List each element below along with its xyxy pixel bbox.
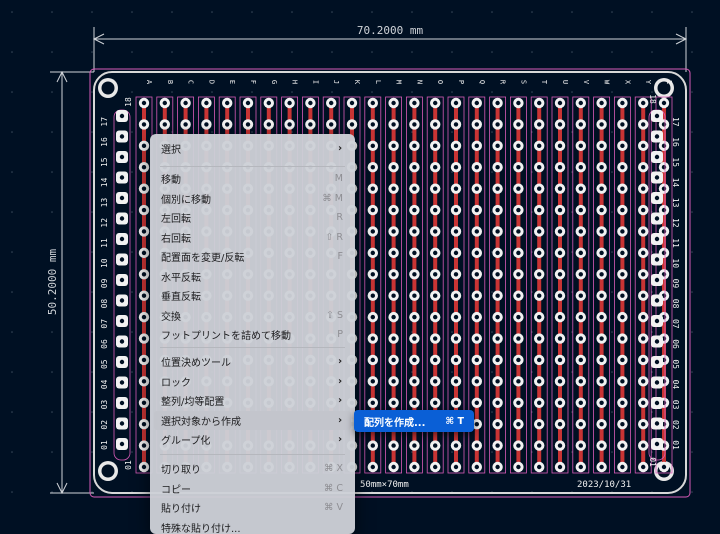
row-label: 05 [671,359,680,369]
mounting-hole-tl [98,78,118,98]
row-label: 13 [671,198,680,208]
row-label: 13 [100,198,109,208]
row-label: 03 [100,400,109,410]
chevron-right-icon: › [333,376,351,387]
row-label: 12 [671,218,680,228]
chevron-right-icon: › [333,434,351,445]
row-label: 06 [100,339,109,349]
mounting-hole-bl [98,461,118,481]
column-label: J [332,80,340,84]
column-label: F [249,80,257,84]
chevron-right-icon: › [333,356,351,367]
row-label: 07 [100,319,109,329]
menu-separator [160,347,345,348]
menu-item-paste-special[interactable]: 特殊な貼り付け... [154,518,351,534]
context-menu: 選択 › 移動 M 個別に移動 ⌘ M 左回転 R 右回転 ⇧ R 配置面を変更… [150,134,355,534]
menu-item-copy[interactable]: コピー ⌘ C [154,479,351,498]
row-label: 01 [671,440,680,450]
column-label: O [436,80,444,84]
menu-item-align-distribute[interactable]: 整列/均等配置 › [154,391,351,410]
row-label: 17 [671,117,680,127]
corner-label-tr: 18 [648,94,657,104]
menu-item-mirror-vertical[interactable]: 垂直反転 [154,286,351,305]
menu-item-cut[interactable]: 切り取り ⌘ X [154,459,351,478]
column-label: C [187,80,195,84]
menu-item-rotate-left[interactable]: 左回転 R [154,208,351,227]
menu-item-group[interactable]: グループ化 › [154,430,351,449]
column-label: I [311,80,319,84]
height-dimension-label: 50.2000 mm [46,249,59,316]
menu-item-paste[interactable]: 貼り付け ⌘ V [154,498,351,517]
column-label: E [228,80,236,84]
corner-label-bl: 01 [124,460,133,470]
row-label: 14 [100,177,109,187]
pcb-canvas[interactable]: 70.2000 mm 50.2000 mm ABCDEFGHIJKLMNOPQR… [0,0,720,531]
row-label: 14 [671,178,680,188]
row-label: 06 [671,339,680,349]
menu-item-pack-and-move[interactable]: フットプリントを詰めて移動 P [154,325,351,344]
menu-item-mirror-horizontal[interactable]: 水平反転 [154,267,351,286]
menu-item-rotate-right[interactable]: 右回転 ⇧ R [154,228,351,247]
row-label: 02 [100,420,109,430]
chevron-right-icon: › [333,415,351,426]
row-label: 16 [671,137,680,147]
row-label: 15 [671,157,680,167]
menu-item-lock[interactable]: ロック › [154,372,351,391]
row-labels-right: 01 02 03 04 05 06 07 08 09 10 11 12 13 14 15 16 17 [671,117,680,450]
submenu-create-array[interactable]: 配列を作成... ⌘ T [354,410,474,432]
board-date-label: 2023/10/31 [577,480,631,490]
menu-item-create-from-selection[interactable]: 選択対象から作成 › [154,411,351,430]
column-label: B [166,80,174,84]
row-label: 11 [100,238,109,248]
menu-separator [160,454,345,455]
menu-item-positioning-tools[interactable]: 位置決めツール › [154,352,351,371]
menu-item-move[interactable]: 移動 M [154,169,351,188]
row-label: 10 [100,258,109,268]
row-label: 04 [671,380,680,390]
corner-label-br: 01 [648,457,657,467]
column-label: G [270,80,278,84]
corner-label-tl: 18 [124,97,133,107]
row-label: 09 [671,279,680,289]
row-label: 08 [100,299,109,309]
menu-item-swap[interactable]: 交換 ⇧ S [154,306,351,325]
row-label: 03 [671,400,680,410]
column-label: Z [665,80,673,84]
board-size-label: 50mm×70mm [360,480,409,490]
row-labels-left: 01 02 03 04 05 06 07 08 09 10 11 12 13 14 15 16 17 [100,117,109,450]
menu-item-flip-side[interactable]: 配置面を変更/反転 F [154,247,351,266]
row-label: 02 [671,420,680,430]
column-label: M [395,80,403,84]
column-label: Q [478,80,486,84]
row-label: 12 [100,218,109,228]
row-label: 08 [671,299,680,309]
column-label: U [561,80,569,84]
row-label: 05 [100,359,109,369]
row-label: 04 [100,379,109,389]
column-label: H [291,80,299,84]
row-label: 07 [671,319,680,329]
chevron-right-icon: › [333,143,351,154]
row-label: 01 [100,440,109,450]
row-label: 15 [100,157,109,167]
row-label: 10 [671,258,680,268]
menu-separator [160,166,345,167]
width-dimension-label: 70.2000 mm [357,24,424,37]
row-label: 09 [100,278,109,288]
row-label: 11 [671,238,680,248]
row-label: 17 [100,117,109,127]
chevron-right-icon: › [333,395,351,406]
column-label: P [457,80,465,84]
column-label: S [519,80,527,84]
menu-item-move-individually[interactable]: 個別に移動 ⌘ M [154,189,351,208]
column-label: N [415,80,423,84]
column-label: D [207,80,215,84]
menu-item-select[interactable]: 選択 › [154,139,351,158]
column-label: L [374,80,382,84]
row-label: 16 [100,137,109,147]
